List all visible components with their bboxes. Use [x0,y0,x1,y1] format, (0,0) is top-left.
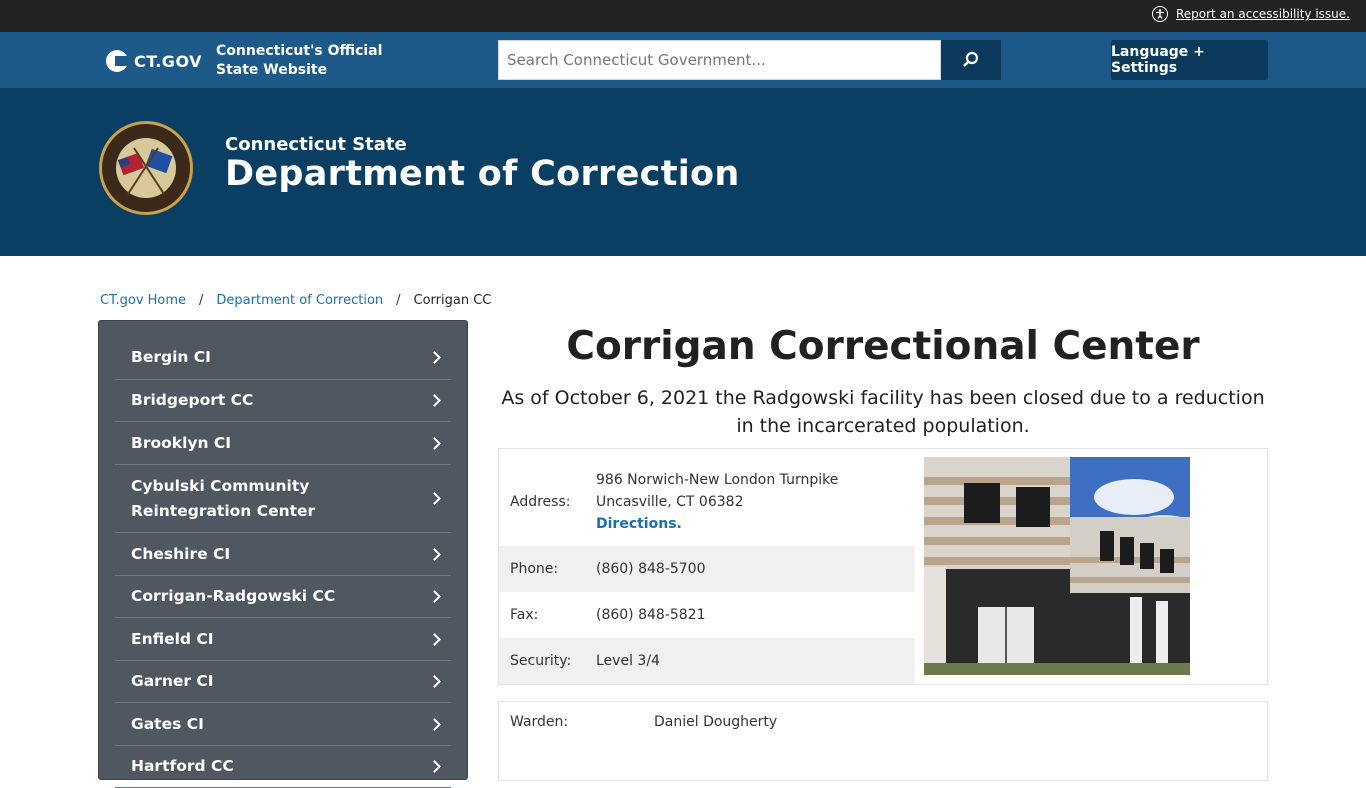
sidebar-item-bridgeport[interactable]: Bridgeport CC [115,380,451,422]
ct-logo-icon [106,50,129,72]
accessibility-icon [1151,6,1168,22]
sidebar-item-label: Hartford CC [131,757,234,775]
sidebar-item-enfield[interactable]: Enfield CI [115,618,451,661]
breadcrumb-department[interactable]: Department of Correction [216,293,383,308]
agency-name[interactable]: Department of Correction [225,154,740,194]
address-line1: 986 Norwich-New London Turnpike [596,471,839,488]
closure-notice: As of October 6, 2021 the Radgowski faci… [501,387,1265,437]
chevron-right-icon [428,436,441,450]
chevron-right-icon [428,590,441,603]
security-value: Level 3/4 [596,653,660,669]
breadcrumb-separator: / [199,293,204,308]
sidebar-item-label: Cheshire CI [131,544,231,563]
accessibility-link-label[interactable]: Report an accessibility issue. [1176,7,1350,21]
breadcrumb-separator: / [396,293,401,308]
ctgov-logo[interactable]: CT.GOV [106,50,202,72]
chevron-right-icon [428,394,441,407]
sidebar-item-brooklyn[interactable]: Brooklyn CI [115,422,451,465]
breadcrumb: CT.gov Home / Department of Correction /… [100,293,491,308]
sidebar-item-label: Cybulski Community Reintegration Center [131,476,316,520]
sidebar-item-hartford[interactable]: Hartford CC [115,746,451,788]
facility-sidebar-nav: Bergin CI Bridgeport CC Brooklyn CI Cybu… [98,320,468,788]
sidebar-item-garner[interactable]: Garner CI [115,661,451,703]
agency-banner: Connecticut State Department of Correcti… [0,88,1366,256]
warden-name: Daniel Dougherty [654,714,778,730]
security-row: Security: Level 3/4 [499,638,915,684]
warden-panel: Warden: Daniel Dougherty [498,701,1268,781]
utility-bar: Report an accessibility issue. [0,0,1366,32]
chevron-right-icon [428,632,441,646]
language-settings-button[interactable]: Language + Settings [1111,40,1268,80]
address-row: Address: 986 Norwich-New London Turnpike… [499,457,915,546]
page-title: Corrigan Correctional Center [566,324,1200,369]
ctgov-logo-text: CT.GOV [134,51,202,71]
ctgov-tagline[interactable]: Connecticut's Official State Website [216,42,386,80]
ctgov-header: CT.GOV Connecticut's Official State Webs… [0,32,1366,88]
fax-value: (860) 848-5821 [596,607,706,623]
chevron-right-icon [428,675,441,688]
phone-label: Phone: [510,561,559,577]
agency-kicker: Connecticut State [225,134,407,155]
department-seal-icon[interactable] [98,120,194,216]
facility-info-panel: Address: 986 Norwich-New London Turnpike… [498,448,1268,685]
search-icon [963,51,979,67]
sidebar-item-label: Enfield CI [131,629,214,648]
facility-building-photo [924,457,1190,675]
warden-label: Warden: [510,714,569,730]
chevron-right-icon [428,717,441,731]
chevron-right-icon [428,492,441,505]
chevron-right-icon [428,351,441,364]
chevron-right-icon [428,760,441,773]
sidebar-item-corrigan-radgowski[interactable]: Corrigan-Radgowski CC [115,576,451,618]
sidebar-item-cheshire[interactable]: Cheshire CI [115,533,451,576]
security-label: Security: [510,653,572,669]
sidebar-item-label: Bridgeport CC [131,391,254,409]
sidebar-item-bergin[interactable]: Bergin CI [115,336,451,380]
sidebar-item-label: Garner CI [131,672,214,690]
sidebar-item-label: Bergin CI [131,348,211,366]
sidebar-item-cybulski[interactable]: Cybulski Community Reintegration Center [115,465,451,533]
accessibility-report-link[interactable]: Report an accessibility issue. [1151,6,1350,22]
breadcrumb-ctgov-home[interactable]: CT.gov Home [100,293,186,308]
sidebar-item-gates[interactable]: Gates CI [115,703,451,746]
directions-link[interactable]: Directions. [596,513,838,535]
address-label: Address: [510,493,571,510]
search-input[interactable] [498,40,941,80]
phone-value[interactable]: (860) 848-5700 [596,558,706,580]
sidebar-item-label: Corrigan-Radgowski CC [131,587,336,605]
chevron-right-icon [428,547,441,561]
phone-row: Phone: (860) 848-5700 [499,546,915,592]
address-line2: Uncasville, CT 06382 [596,493,744,510]
sidebar-item-label: Gates CI [131,714,204,733]
fax-row: Fax: (860) 848-5821 [499,592,915,638]
breadcrumb-current: Corrigan CC [413,293,492,308]
search-button[interactable] [941,40,1001,80]
fax-label: Fax: [510,607,539,623]
sidebar-item-label: Brooklyn CI [131,433,232,452]
